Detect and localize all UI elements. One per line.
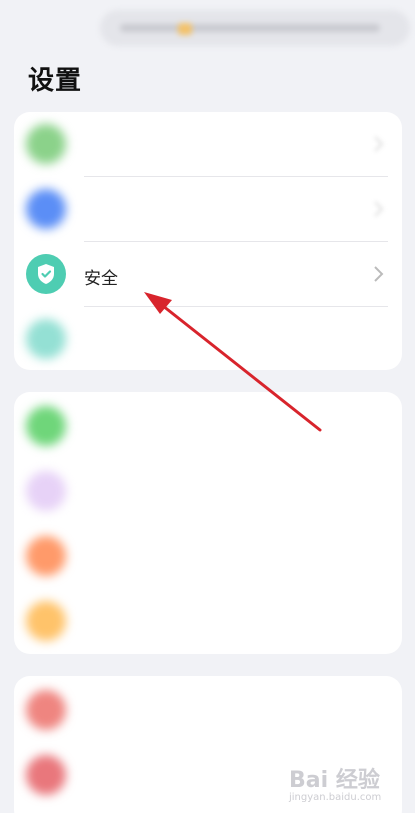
search-bar[interactable]: [100, 10, 410, 46]
settings-row-6[interactable]: [14, 459, 402, 524]
green-circle-icon: [26, 406, 66, 446]
shield-icon: [26, 254, 66, 294]
watermark-text: Bai 经验: [289, 768, 380, 793]
red-circle-icon: [26, 755, 66, 795]
settings-row-label: 安全: [84, 269, 118, 289]
settings-row-4[interactable]: [14, 307, 402, 370]
settings-row-security[interactable]: 安全: [14, 242, 402, 307]
chevron-right-icon: [374, 201, 384, 217]
watermark: Bai 经验 jingyan.baidu.com: [289, 762, 389, 803]
settings-row-9[interactable]: [14, 678, 402, 743]
orange-circle-icon: [26, 536, 66, 576]
yellow-circle-icon: [26, 601, 66, 641]
settings-row-5[interactable]: [14, 394, 402, 459]
settings-row-1[interactable]: [14, 112, 402, 177]
settings-row-8[interactable]: [14, 589, 402, 654]
watermark-url: jingyan.baidu.com: [289, 792, 382, 803]
settings-row-7[interactable]: [14, 524, 402, 589]
teal-circle-icon: [26, 319, 66, 359]
blue-circle-icon: [26, 189, 66, 229]
red-circle-icon: [26, 690, 66, 730]
lavender-circle-icon: [26, 471, 66, 511]
green-circle-icon: [26, 124, 66, 164]
search-placeholder-bar: [120, 24, 380, 32]
settings-group-2: [14, 392, 402, 654]
chevron-right-icon: [374, 266, 384, 282]
settings-row-2[interactable]: [14, 177, 402, 242]
chevron-right-icon: [374, 136, 384, 152]
search-badge-icon: [178, 23, 192, 35]
page-title: 设置: [28, 66, 83, 96]
settings-group-1: 安全: [14, 112, 402, 370]
